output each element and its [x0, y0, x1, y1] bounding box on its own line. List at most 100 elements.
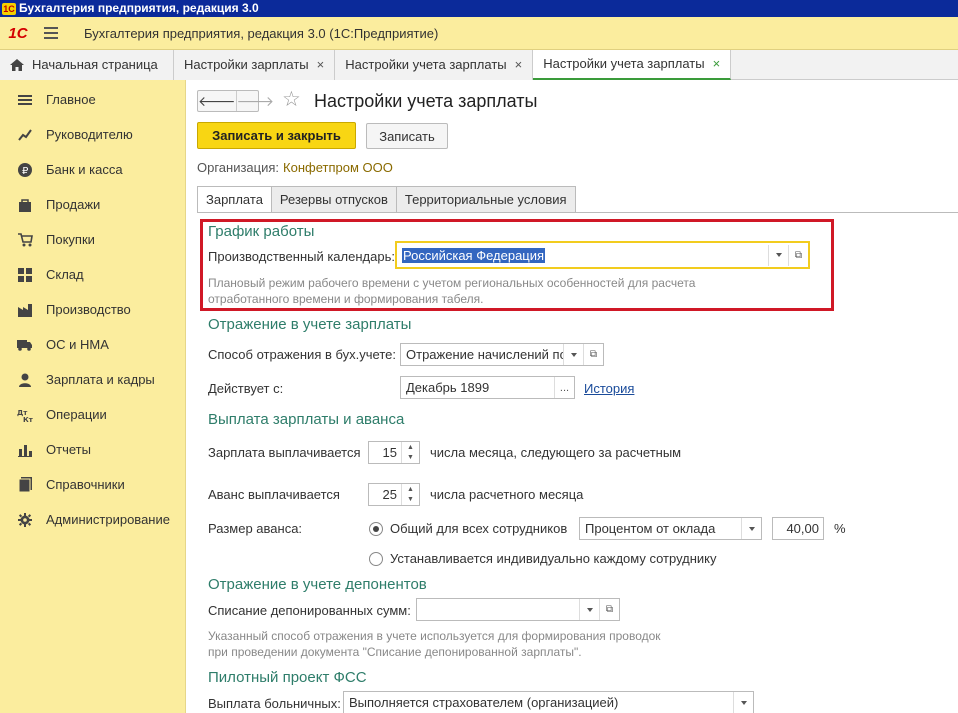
svg-text:₽: ₽ — [22, 166, 29, 177]
hamburger-menu-icon[interactable] — [36, 17, 66, 50]
sidebar-item-fixed-assets[interactable]: ОС и НМА — [0, 327, 185, 362]
organization-row: Организация: Конфетпром ООО — [197, 160, 393, 175]
hint-line: Плановый режим рабочего времени с учетом… — [208, 276, 696, 290]
back-arrow-icon[interactable]: 🡐 — [198, 91, 236, 111]
truck-icon — [17, 337, 33, 353]
advance-day-stepper[interactable]: 25 ▲ ▼ — [368, 483, 420, 506]
sidebar-item-warehouse[interactable]: Склад — [0, 257, 185, 292]
sidebar-item-production[interactable]: Производство — [0, 292, 185, 327]
open-icon[interactable]: ⧉ — [583, 344, 603, 365]
dropdown-arrow-icon[interactable] — [563, 344, 583, 365]
ellipsis-icon[interactable]: ... — [554, 377, 574, 398]
increment-icon[interactable]: ▲ — [402, 442, 419, 453]
advance-method-select[interactable]: Процентом от оклада — [579, 517, 762, 540]
tab-salary[interactable]: Зарплата — [197, 186, 272, 213]
organization-value[interactable]: Конфетпром ООО — [283, 160, 393, 175]
section-fss-pilot: Пилотный проект ФСС — [208, 669, 367, 686]
tab-vacation-reserves[interactable]: Резервы отпусков — [271, 186, 397, 213]
advance-day-value: 25 — [382, 487, 397, 502]
decrement-icon[interactable]: ▼ — [402, 495, 419, 506]
advance-percent-input[interactable]: 40,00 — [772, 517, 824, 540]
calendar-label: Производственный календарь: — [208, 249, 395, 264]
production-calendar-field[interactable]: Российская Федерация ⧉ — [395, 241, 810, 269]
factory-icon — [17, 302, 33, 318]
sidebar-item-label: Администрирование — [46, 512, 170, 527]
radio-unselected-icon — [369, 551, 383, 566]
section-salary-payment: Выплата зарплаты и аванса — [208, 411, 405, 428]
close-icon[interactable]: × — [515, 50, 523, 80]
book-icon — [17, 477, 33, 493]
sidebar-item-salary-hr[interactable]: Зарплата и кадры — [0, 362, 185, 397]
brand-logo[interactable]: 1С — [0, 25, 36, 42]
save-button[interactable]: Записать — [366, 123, 448, 149]
ruble-icon: ₽ — [17, 162, 33, 178]
increment-icon[interactable]: ▲ — [402, 484, 419, 495]
advance-size-label: Размер аванса: — [208, 521, 303, 536]
close-icon[interactable]: × — [317, 50, 325, 80]
close-icon[interactable]: × — [713, 49, 721, 79]
accounting-method-field[interactable]: Отражение начислений по ⧉ — [400, 343, 604, 366]
sidebar-item-label: Склад — [46, 267, 84, 282]
sidebar-item-label: Главное — [46, 92, 96, 107]
tab-label: Настройки учета зарплаты — [345, 57, 507, 72]
warehouse-icon — [17, 267, 33, 283]
chart-icon — [17, 127, 33, 143]
sidebar-item-purchases[interactable]: Покупки — [0, 222, 185, 257]
sidebar-item-label: ОС и НМА — [46, 337, 109, 352]
advance-paid-label: Аванс выплачивается — [208, 487, 340, 502]
deponent-writeoff-label: Списание депонированных сумм: — [208, 603, 411, 618]
decrement-icon[interactable]: ▼ — [402, 453, 419, 464]
calendar-hint: Плановый режим рабочего времени с учетом… — [208, 275, 695, 307]
sidebar-item-label: Руководителю — [46, 127, 133, 142]
favorite-star-icon[interactable]: ☆ — [282, 89, 301, 111]
sidebar-item-reports[interactable]: Отчеты — [0, 432, 185, 467]
tab-label: Настройки зарплаты — [184, 57, 309, 72]
sidebar-item-label: Покупки — [46, 232, 95, 247]
sick-pay-label: Выплата больничных: — [208, 696, 341, 711]
window-titlebar: 1С Бухгалтерия предприятия, редакция 3.0 — [0, 0, 958, 17]
tab-salary-settings[interactable]: Настройки зарплаты × — [174, 50, 336, 80]
tab-territorial-conditions[interactable]: Территориальные условия — [396, 186, 576, 213]
section-deponents: Отражение в учете депонентов — [208, 576, 427, 593]
dropdown-arrow-icon[interactable] — [579, 599, 599, 620]
tab-salary-accounting-settings[interactable]: Настройки учета зарплаты × — [335, 50, 534, 80]
save-and-close-button[interactable]: Записать и закрыть — [197, 122, 356, 149]
sidebar-item-directories[interactable]: Справочники — [0, 467, 185, 502]
method-label: Способ отражения в бух.учете: — [208, 347, 396, 362]
tab-label: Настройки учета зарплаты — [543, 56, 705, 71]
sidebar-item-main[interactable]: Главное — [0, 82, 185, 117]
main-content: 🡐 🡒 ☆ Настройки учета зарплаты Записать … — [186, 80, 958, 713]
radio-label: Устанавливается индивидуально каждому со… — [390, 551, 717, 566]
sidebar-item-manager[interactable]: Руководителю — [0, 117, 185, 152]
radio-label: Общий для всех сотрудников — [390, 521, 568, 536]
valid-from-field[interactable]: Декабрь 1899 ... — [400, 376, 575, 399]
tab-salary-accounting-settings-active[interactable]: Настройки учета зарплаты × — [533, 49, 732, 80]
dropdown-arrow-icon[interactable] — [733, 692, 753, 713]
sidebar-item-bank[interactable]: ₽ Банк и касса — [0, 152, 185, 187]
sidebar-item-sales[interactable]: Продажи — [0, 187, 185, 222]
open-icon[interactable]: ⧉ — [788, 244, 808, 266]
valid-from-value: Декабрь 1899 — [406, 380, 490, 395]
sidebar-item-label: Банк и касса — [46, 162, 123, 177]
sidebar-item-administration[interactable]: Администрирование — [0, 502, 185, 537]
sick-pay-value: Выполняется страхователем (организацией) — [349, 695, 619, 710]
tab-home[interactable]: Начальная страница — [0, 50, 174, 80]
history-link[interactable]: История — [584, 381, 634, 396]
sidebar-item-operations[interactable]: Дт Кт Операции — [0, 397, 185, 432]
dt-kt-icon: Дт Кт — [17, 407, 33, 423]
organization-label: Организация: — [197, 160, 280, 175]
dropdown-arrow-icon[interactable] — [741, 518, 761, 539]
dropdown-arrow-icon[interactable] — [768, 244, 788, 266]
advance-method-value: Процентом от оклада — [585, 521, 716, 536]
radio-individual-advance[interactable]: Устанавливается индивидуально каждому со… — [369, 551, 717, 566]
open-icon[interactable]: ⧉ — [599, 599, 619, 620]
sidebar-item-label: Справочники — [46, 477, 125, 492]
section-work-schedule: График работы — [208, 223, 315, 240]
cart-icon — [17, 232, 33, 248]
sick-pay-select[interactable]: Выполняется страхователем (организацией) — [343, 691, 754, 713]
radio-common-advance[interactable]: Общий для всех сотрудников — [369, 521, 567, 536]
accounting-method-value: Отражение начислений по — [406, 347, 563, 362]
forward-arrow-icon[interactable]: 🡒 — [235, 91, 274, 111]
deponent-writeoff-field[interactable]: ⧉ — [416, 598, 620, 621]
salary-day-stepper[interactable]: 15 ▲ ▼ — [368, 441, 420, 464]
